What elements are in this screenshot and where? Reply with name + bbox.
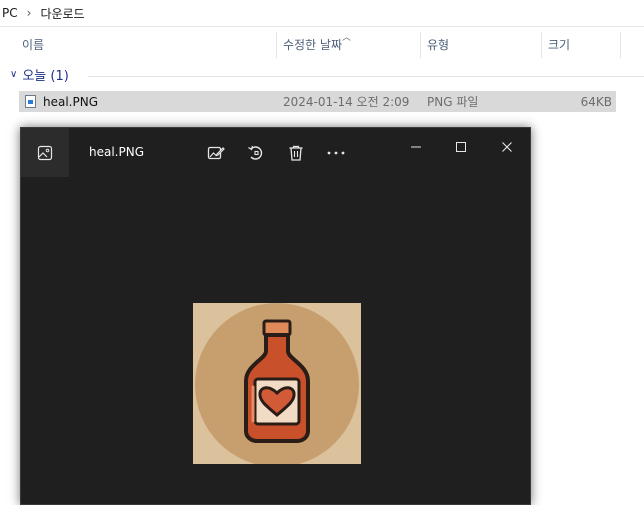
column-size-label: 크기 xyxy=(548,37,571,52)
potion-bottle-image xyxy=(193,303,361,464)
close-icon[interactable] xyxy=(494,136,520,158)
delete-icon[interactable] xyxy=(285,142,307,164)
file-date: 2024-01-14 오전 2:09 xyxy=(283,95,410,109)
displayed-image xyxy=(193,303,361,464)
maximize-icon[interactable] xyxy=(448,136,474,158)
address-breadcrumb[interactable]: PC › 다운로드 xyxy=(0,0,644,27)
file-name-cell: heal.PNG xyxy=(25,91,98,112)
file-name: heal.PNG xyxy=(43,94,99,109)
edit-image-icon[interactable] xyxy=(205,142,227,164)
rotate-icon[interactable] xyxy=(245,142,267,164)
group-label: 오늘 (1) xyxy=(22,69,69,84)
png-file-icon xyxy=(25,95,36,108)
column-type-label: 유형 xyxy=(427,37,450,52)
chevron-down-icon: ∨ xyxy=(10,69,18,80)
group-header-today[interactable]: ∨ 오늘 (1) xyxy=(10,65,69,84)
sort-chevron-icon: ︿ xyxy=(342,33,352,43)
column-name[interactable]: 이름 xyxy=(16,30,276,58)
column-size[interactable]: 크기 xyxy=(542,30,620,58)
more-icon[interactable] xyxy=(325,142,347,164)
file-row[interactable]: heal.PNG 2024-01-14 오전 2:09 PNG 파일 64KB xyxy=(19,91,616,112)
column-type[interactable]: 유형 xyxy=(421,30,541,58)
viewer-title: heal.PNG xyxy=(89,145,145,159)
breadcrumb-downloads[interactable]: 다운로드 xyxy=(40,5,84,22)
file-type: PNG 파일 xyxy=(427,95,479,109)
breadcrumb-pc[interactable]: PC xyxy=(2,6,18,20)
column-header: 이름 수정한 날짜 ︿ 유형 크기 xyxy=(0,30,644,58)
column-date-label: 수정한 날짜 xyxy=(283,37,343,52)
photos-viewer-window[interactable]: heal.PNG xyxy=(20,127,531,505)
file-size: 64KB xyxy=(580,94,612,109)
column-name-label: 이름 xyxy=(22,37,45,52)
minimize-icon[interactable] xyxy=(403,136,429,158)
photos-app-icon[interactable] xyxy=(21,128,69,177)
group-divider xyxy=(88,76,644,77)
chevron-right-icon: › xyxy=(26,6,32,20)
